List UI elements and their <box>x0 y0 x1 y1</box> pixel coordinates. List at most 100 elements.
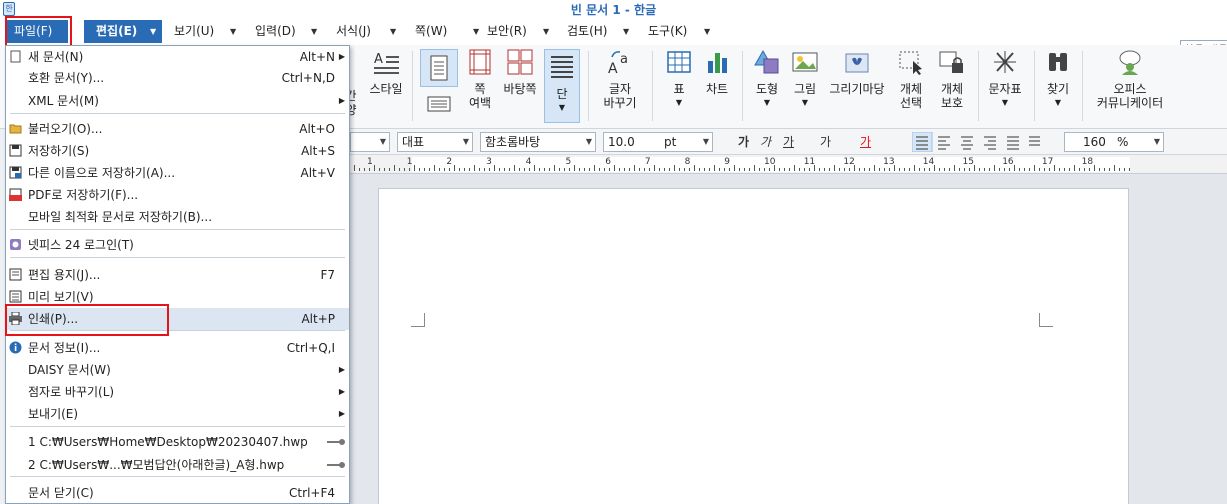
ruler-tick <box>399 168 400 171</box>
ruler-tick <box>1004 168 1005 171</box>
menu-security[interactable]: 보안(R) ▼ <box>487 20 549 43</box>
office-communicator-button[interactable]: 오피스 커뮤니케이터 <box>1090 49 1170 110</box>
ruler-tick <box>774 165 775 171</box>
clipart-label: 그리기마당 <box>829 82 885 96</box>
file-menu-item[interactable]: 호환 문서(Y)... Ctrl+N,D <box>6 67 349 89</box>
ruler-tick <box>509 168 510 171</box>
object-select-button[interactable]: 개체 선택 <box>892 49 930 110</box>
file-menu-item[interactable]: 문서 닫기(C) Ctrl+F4 <box>6 482 349 504</box>
file-menu-item[interactable]: 보내기(E) ▶ <box>6 403 349 425</box>
file-menu-item[interactable]: 2 C:₩Users₩...₩모범답안(아래한글)_A형.hwp <box>6 454 349 476</box>
file-menu-item[interactable]: XML 문서(M) ▶ <box>6 90 349 112</box>
strikethrough-button[interactable]: 가 <box>820 133 831 151</box>
style-left-select[interactable]: ▼ <box>350 132 390 152</box>
file-menu-item-shortcut: Alt+S <box>301 144 335 158</box>
ruler-number: 17 <box>1041 157 1054 167</box>
ruler-tick <box>769 168 770 171</box>
file-menu-item[interactable]: 점자로 바꾸기(L) ▶ <box>6 381 349 403</box>
symbol-button[interactable]: 문자표 ▼ <box>984 49 1026 110</box>
file-menu-item[interactable]: 저장하기(S) Alt+S <box>6 140 349 162</box>
underline-button[interactable]: 가 <box>783 133 794 151</box>
pin-icon[interactable] <box>327 462 345 468</box>
menu-insert[interactable]: 입력(D) ▼ <box>255 20 317 43</box>
chart-button[interactable]: 차트 <box>700 49 734 96</box>
chevron-down-icon: ▼ <box>390 27 397 36</box>
file-menu-item[interactable]: PDF로 저장하기(F)... <box>6 184 349 206</box>
ribbon-separator <box>412 51 413 121</box>
columns-button[interactable]: 단 ▼ <box>544 49 580 123</box>
line-spacing-input[interactable]: 160 % ▼ <box>1064 132 1164 152</box>
ruler-tick <box>949 168 950 171</box>
office-communicator-icon <box>1119 50 1141 75</box>
ruler-tick <box>1089 168 1090 171</box>
ruler-number: 1 <box>406 157 413 167</box>
ruler-tick <box>684 168 685 171</box>
style-button[interactable]: A 스타일 <box>366 49 406 96</box>
open-folder-icon <box>9 124 22 134</box>
file-menu-item[interactable]: 편집 용지(J)... F7 <box>6 264 349 286</box>
file-menu-item[interactable]: 1 C:₩Users₩Home₩Desktop₩20230407.hwp <box>6 431 349 453</box>
horizontal-ruler[interactable]: 1 1 2 3 4 5 6 7 8 9 10 11 12 13 14 15 16 17 18 <box>350 155 1227 174</box>
menu-edit-label: 편집(E) <box>96 24 138 38</box>
find-button[interactable]: 찾기 ▼ <box>1040 49 1076 110</box>
file-menu-item[interactable]: DAISY 문서(W) ▶ <box>6 359 349 381</box>
ruler-tick <box>449 168 450 171</box>
menu-separator <box>10 476 345 477</box>
table-button[interactable]: 표 ▼ <box>662 49 696 110</box>
menu-page[interactable]: 쪽(W) ▼ <box>415 20 479 43</box>
paragraph-style-select[interactable]: 대표 ▼ <box>397 132 473 152</box>
document-page[interactable] <box>378 188 1129 504</box>
ruler-tick <box>444 168 445 171</box>
pin-icon[interactable] <box>327 439 345 445</box>
ruler-tick <box>714 165 715 171</box>
menu-edit[interactable]: 편집(E) ▼ <box>84 20 162 43</box>
menu-format[interactable]: 서식(J) ▼ <box>336 20 396 43</box>
ruler-tick <box>389 168 390 171</box>
menu-page-label: 쪽(W) <box>415 24 448 38</box>
menu-format-label: 서식(J) <box>336 24 371 38</box>
file-menu-item[interactable]: 다른 이름으로 저장하기(A)... Alt+V <box>6 162 349 184</box>
object-protect-button[interactable]: 개체 보호 <box>932 49 972 110</box>
ruler-tick <box>629 168 630 171</box>
menu-view[interactable]: 보기(U) ▼ <box>174 20 236 43</box>
ruler-tick <box>914 165 915 171</box>
chevron-down-icon: ▼ <box>473 27 480 36</box>
file-menu-item[interactable]: 넷피스 24 로그인(T) <box>6 234 349 256</box>
picture-button[interactable]: 그림 ▼ <box>788 49 822 110</box>
font-size-input[interactable]: 10.0 pt ▼ <box>603 132 713 152</box>
shape-button[interactable]: 도형 ▼ <box>750 49 784 110</box>
page-layout-button[interactable] <box>420 49 458 87</box>
file-menu-item[interactable]: 불러오기(O)... Alt+O <box>6 118 349 140</box>
clipart-button[interactable]: 그리기마당 <box>826 49 888 96</box>
menu-tools[interactable]: 도구(K) ▼ <box>648 20 710 43</box>
ruler-tick <box>604 168 605 171</box>
chevron-down-icon: ▼ <box>1054 98 1062 107</box>
bold-button[interactable]: 가 <box>738 133 749 151</box>
align-buttons-group <box>911 131 1040 153</box>
ruler-tick <box>794 165 795 171</box>
ruler-tick <box>909 168 910 171</box>
chevron-down-icon: ▼ <box>801 98 809 107</box>
office-communicator-label: 오피스 커뮤니케이터 <box>1096 82 1164 110</box>
ruler-tick <box>779 168 780 171</box>
font-select-value: 함초롬바탕 <box>485 135 541 149</box>
ruler-tick <box>824 168 825 171</box>
page-margin-button[interactable]: 쪽 여백 <box>462 49 498 110</box>
font-select[interactable]: 함초롬바탕 ▼ <box>480 132 596 152</box>
file-menu-item[interactable]: 문서 정보(I)... Ctrl+Q,I <box>6 337 349 359</box>
ruler-tick <box>434 165 435 171</box>
ruler-tick <box>674 165 675 171</box>
italic-button[interactable]: 가 <box>760 133 771 151</box>
page-landscape-button[interactable] <box>420 95 458 116</box>
font-color-button[interactable]: 가 <box>860 133 871 151</box>
file-menu-item[interactable]: 새 문서(N) Alt+N ▶ <box>6 46 349 68</box>
menu-review[interactable]: 검토(H) ▼ <box>567 20 629 43</box>
char-replace-button[interactable]: Aa 글자 바꾸기 <box>596 49 644 110</box>
ruler-tick <box>494 165 495 171</box>
master-page-button[interactable]: 바탕쪽 <box>500 49 540 96</box>
chevron-down-icon: ▼ <box>675 98 683 107</box>
file-menu-item[interactable]: 모바일 최적화 문서로 저장하기(B)... <box>6 206 349 228</box>
document-canvas[interactable] <box>350 174 1227 504</box>
ruler-tick <box>354 165 355 171</box>
ruler-tick <box>1084 168 1085 171</box>
